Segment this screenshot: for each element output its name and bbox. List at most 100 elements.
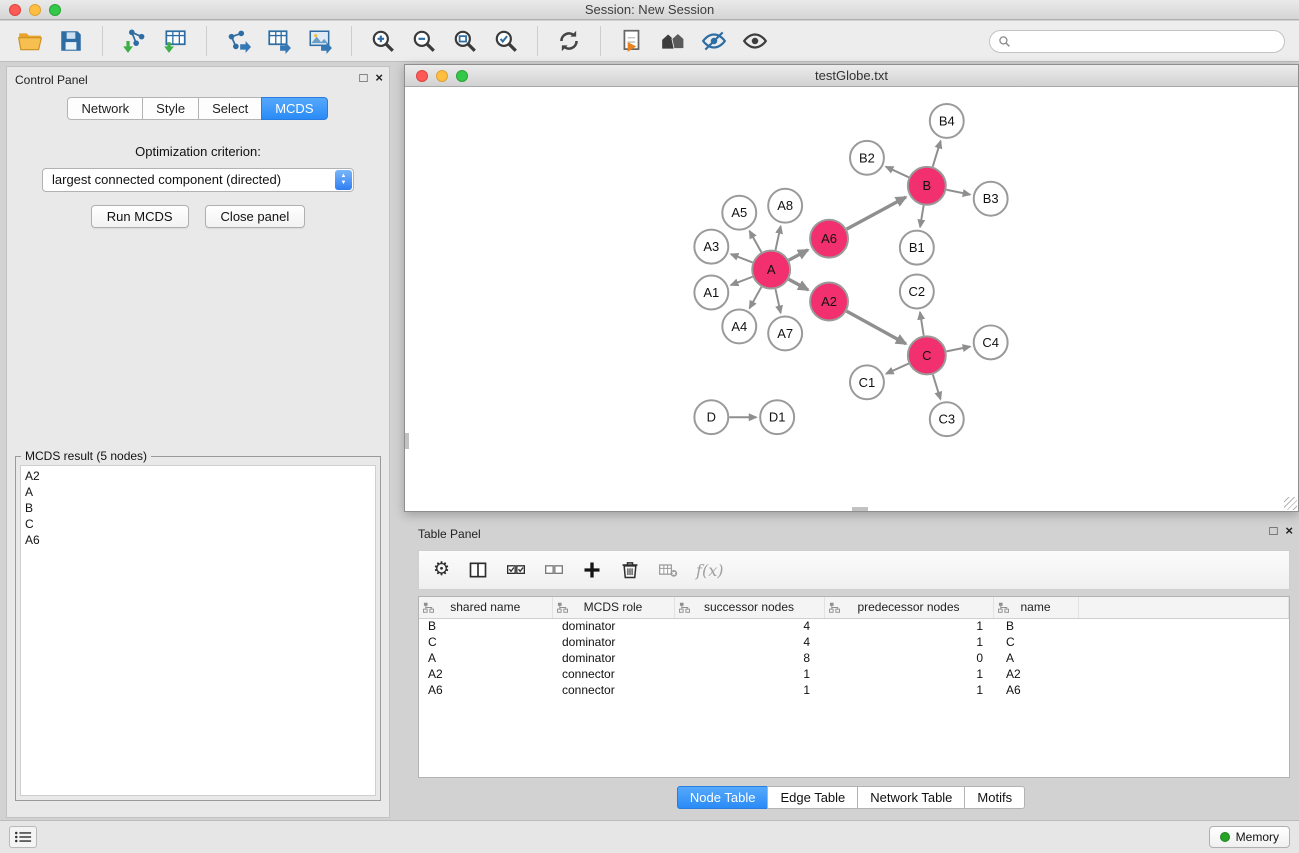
- vertical-scroll-thumb[interactable]: [405, 433, 409, 449]
- tab-node-table[interactable]: Node Table: [677, 786, 769, 809]
- network-node-A3[interactable]: A3: [694, 230, 728, 264]
- network-graph[interactable]: B4B2BB3A5A8A6A3B1AA1C2A2A4A7CC4C1C3DD1: [405, 88, 1298, 511]
- network-node-A6[interactable]: A6: [810, 220, 848, 258]
- table-row[interactable]: Bdominator41B: [419, 618, 1289, 634]
- zoom-window-button[interactable]: [49, 4, 61, 16]
- select-all-icon[interactable]: [506, 557, 526, 583]
- edge-A-A5[interactable]: [750, 231, 762, 252]
- export-table-icon[interactable]: [263, 25, 295, 57]
- edge-B-B1[interactable]: [920, 205, 923, 227]
- tab-mcds[interactable]: MCDS: [261, 97, 327, 120]
- network-node-B2[interactable]: B2: [850, 141, 884, 175]
- column-header-MCDS-role[interactable]: MCDS role: [552, 597, 674, 618]
- deselect-all-icon[interactable]: [544, 557, 564, 583]
- delete-row-icon[interactable]: [620, 557, 640, 583]
- function-builder-icon[interactable]: f(x): [696, 561, 723, 580]
- search-box[interactable]: [989, 30, 1285, 53]
- dropdown-stepper-icon[interactable]: ▲▼: [335, 170, 352, 190]
- home-icon[interactable]: [657, 25, 689, 57]
- network-node-C2[interactable]: C2: [900, 275, 934, 309]
- edge-A-A3[interactable]: [731, 254, 753, 262]
- close-window-button[interactable]: [9, 4, 21, 16]
- edge-C-C3[interactable]: [933, 374, 941, 399]
- tab-motifs[interactable]: Motifs: [964, 786, 1025, 809]
- close-table-panel-icon[interactable]: ×: [1285, 524, 1293, 538]
- mcds-result-item[interactable]: A2: [21, 468, 375, 484]
- network-node-A[interactable]: A: [752, 251, 790, 289]
- network-node-C3[interactable]: C3: [930, 402, 964, 436]
- save-icon[interactable]: [55, 25, 87, 57]
- minimize-window-button[interactable]: [29, 4, 41, 16]
- column-header-shared-name[interactable]: shared name: [419, 597, 552, 618]
- close-panel-button[interactable]: Close panel: [205, 205, 306, 228]
- network-node-B1[interactable]: B1: [900, 231, 934, 265]
- table-row[interactable]: A2connector11A2: [419, 666, 1289, 682]
- edge-B-B4[interactable]: [933, 141, 941, 167]
- show-details-icon[interactable]: [739, 25, 771, 57]
- horizontal-scroll-thumb[interactable]: [852, 507, 868, 511]
- edge-B-B3[interactable]: [946, 190, 970, 195]
- edge-B-B2[interactable]: [886, 167, 909, 178]
- mcds-result-item[interactable]: C: [21, 516, 375, 532]
- network-node-B3[interactable]: B3: [974, 182, 1008, 216]
- network-node-A8[interactable]: A8: [768, 189, 802, 223]
- edge-C-C4[interactable]: [946, 347, 970, 352]
- column-header-predecessor-nodes[interactable]: predecessor nodes: [824, 597, 993, 618]
- network-node-A1[interactable]: A1: [694, 276, 728, 310]
- table-settings-gear-icon[interactable]: ⚙: [433, 557, 450, 583]
- edge-A-A4[interactable]: [750, 287, 762, 308]
- network-node-C[interactable]: C: [908, 336, 946, 374]
- network-node-A2[interactable]: A2: [810, 283, 848, 321]
- network-node-A7[interactable]: A7: [768, 316, 802, 350]
- task-history-button[interactable]: [9, 826, 37, 848]
- window-resize-grip[interactable]: [1284, 497, 1297, 510]
- edge-A-A2[interactable]: [789, 279, 808, 290]
- float-table-panel-icon[interactable]: □: [1270, 524, 1278, 538]
- mcds-result-item[interactable]: B: [21, 500, 375, 516]
- edge-A-A7[interactable]: [775, 289, 780, 313]
- column-layout-icon[interactable]: [468, 557, 488, 583]
- export-network-icon[interactable]: [222, 25, 254, 57]
- network-canvas[interactable]: B4B2BB3A5A8A6A3B1AA1C2A2A4A7CC4C1C3DD1: [405, 88, 1298, 511]
- tab-select[interactable]: Select: [198, 97, 262, 120]
- edge-A-A6[interactable]: [789, 250, 808, 260]
- tab-edge-table[interactable]: Edge Table: [767, 786, 858, 809]
- close-network-window-button[interactable]: [416, 70, 428, 82]
- network-node-A4[interactable]: A4: [722, 309, 756, 343]
- export-image-icon[interactable]: [304, 25, 336, 57]
- mcds-result-list[interactable]: A2ABCA6: [20, 465, 376, 796]
- edge-C-C2[interactable]: [920, 312, 924, 335]
- zoom-selected-icon[interactable]: [490, 25, 522, 57]
- edge-A2-C[interactable]: [847, 311, 906, 344]
- zoom-network-window-button[interactable]: [456, 70, 468, 82]
- zoom-fit-icon[interactable]: [449, 25, 481, 57]
- open-folder-icon[interactable]: [14, 25, 46, 57]
- destroy-table-icon[interactable]: [658, 557, 678, 583]
- edge-A-A1[interactable]: [731, 277, 753, 285]
- network-window-titlebar[interactable]: testGlobe.txt: [405, 65, 1298, 87]
- tab-network-table[interactable]: Network Table: [857, 786, 965, 809]
- import-network-icon[interactable]: [118, 25, 150, 57]
- minimize-network-window-button[interactable]: [436, 70, 448, 82]
- edge-A-A8[interactable]: [775, 226, 780, 250]
- float-panel-icon[interactable]: □: [360, 71, 368, 85]
- table-row[interactable]: Adominator80A: [419, 650, 1289, 666]
- mcds-result-item[interactable]: A: [21, 484, 375, 500]
- network-node-D[interactable]: D: [694, 400, 728, 434]
- memory-button[interactable]: Memory: [1209, 826, 1290, 848]
- tab-network[interactable]: Network: [67, 97, 143, 120]
- network-node-B4[interactable]: B4: [930, 104, 964, 138]
- column-header-successor-nodes[interactable]: successor nodes: [674, 597, 824, 618]
- refresh-icon[interactable]: [553, 25, 585, 57]
- close-panel-icon[interactable]: ×: [375, 71, 383, 85]
- tab-style[interactable]: Style: [142, 97, 199, 120]
- zoom-in-icon[interactable]: [367, 25, 399, 57]
- add-row-icon[interactable]: [582, 557, 602, 583]
- first-neighbors-icon[interactable]: [616, 25, 648, 57]
- table-row[interactable]: A6connector11A6: [419, 682, 1289, 698]
- network-node-B[interactable]: B: [908, 167, 946, 205]
- edge-C-C1[interactable]: [886, 364, 909, 374]
- optimization-criterion-dropdown[interactable]: largest connected component (directed) ▲…: [42, 168, 354, 192]
- import-table-icon[interactable]: [159, 25, 191, 57]
- network-node-A5[interactable]: A5: [722, 196, 756, 230]
